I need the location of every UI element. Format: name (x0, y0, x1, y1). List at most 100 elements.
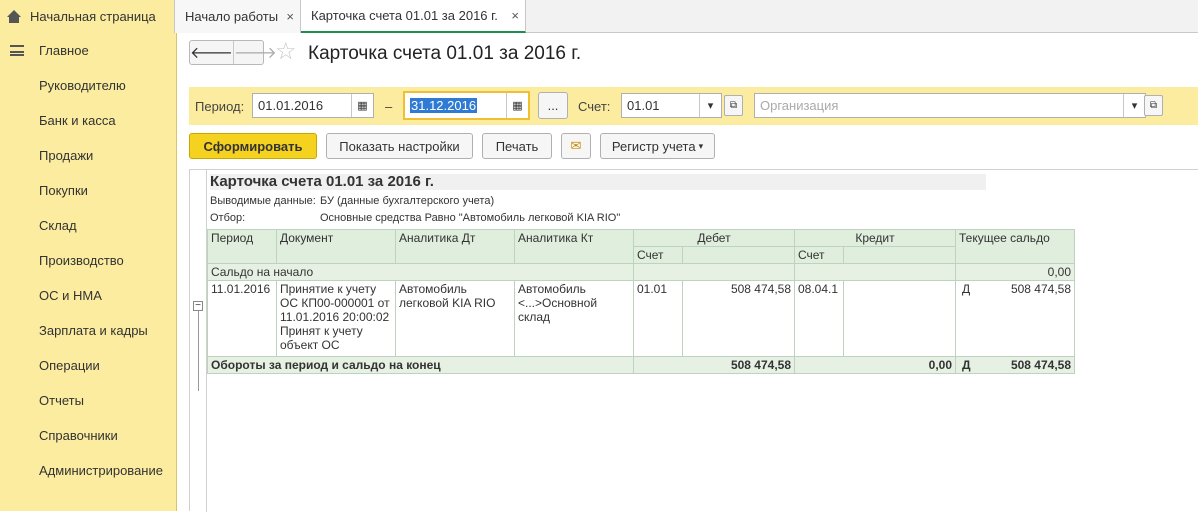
meta-value: Основные средства Равно "Автомобиль легк… (320, 212, 621, 224)
sidebar-item-label: Руководителю (39, 78, 126, 93)
chevron-down-icon[interactable]: ▾ (1123, 94, 1145, 117)
sidebar-item-sales[interactable]: Продажи (0, 138, 176, 173)
cell-credit-account: 08.04.1 (794, 280, 844, 357)
totals-balance-sum: 508 474,58 (1010, 358, 1071, 372)
cell-analytics-kt: Автомобиль <...>Основной склад (514, 280, 634, 357)
tab-label: Начальная страница (30, 9, 156, 24)
date-to-field[interactable]: 31.12.2016 ▦ (403, 91, 530, 120)
col-balance: Текущее сальдо (955, 229, 1075, 264)
opening-value: 0,00 (955, 263, 1075, 281)
back-button[interactable]: 🡐 (190, 41, 234, 64)
forward-button[interactable]: 🡒 (234, 41, 277, 64)
balance-side: Д (962, 282, 971, 296)
opening-label: Сальдо на начало (207, 263, 634, 281)
calendar-icon[interactable]: ▦ (506, 93, 528, 118)
register-button[interactable]: Регистр учета ▾ (600, 133, 715, 159)
sidebar-item-catalogs[interactable]: Справочники (0, 418, 176, 453)
cell-document[interactable]: Принятие к учету ОС КП00-000001 от 11.01… (276, 280, 396, 357)
totals-label: Обороты за период и сальдо на конец (207, 356, 634, 374)
account-value: 01.01 (627, 98, 660, 113)
account-field[interactable]: 01.01 ▾ (621, 93, 722, 118)
table-row[interactable]: 11.01.2016 Принятие к учету ОС КП00-0000… (207, 280, 1075, 357)
date-from-field[interactable]: 01.01.2016 ▦ (252, 93, 374, 118)
cell-analytics-dt: Автомобиль легковой KIA RIO (395, 280, 515, 357)
sidebar: Главное Руководителю Банк и касса Продаж… (0, 33, 177, 511)
period-select-button[interactable]: ... (538, 92, 568, 119)
cell-credit-sum (843, 280, 956, 357)
sidebar-item-reports[interactable]: Отчеты (0, 383, 176, 418)
open-icon[interactable]: ⧉ (1144, 95, 1163, 116)
chevron-down-icon[interactable]: ▾ (699, 94, 721, 117)
date-from-value: 01.01.2016 (258, 98, 324, 113)
sidebar-item-admin[interactable]: Администрирование (0, 453, 176, 488)
col-period: Период (207, 229, 277, 264)
date-to-value: 31.12.2016 (410, 98, 478, 113)
organization-field[interactable]: Организация ▾ (754, 93, 1146, 118)
tab-getting-started[interactable]: Начало работы × (175, 0, 301, 33)
tab-home[interactable]: Начальная страница (0, 0, 175, 33)
calendar-icon[interactable]: ▦ (351, 94, 373, 117)
cell-debit-account: 01.01 (633, 280, 683, 357)
report-table: Период Документ Аналитика Дт Аналитика К… (207, 229, 1075, 374)
sidebar-item-label: Главное (39, 43, 89, 58)
tab-label: Карточка счета 01.01 за 2016 г. (311, 8, 498, 23)
home-icon (6, 9, 22, 24)
col-debit: Дебет (633, 229, 795, 247)
totals-side: Д (962, 358, 971, 372)
sidebar-item-label: Зарплата и кадры (39, 323, 148, 338)
page-title: Карточка счета 01.01 за 2016 г. (308, 43, 582, 64)
report-area: Карточка счета 01.01 за 2016 г. Выводимы… (189, 169, 1198, 512)
tab-bar: Начальная страница Начало работы × Карто… (0, 0, 1198, 33)
organization-placeholder: Организация (760, 98, 839, 113)
sidebar-item-label: ОС и НМА (39, 288, 102, 303)
nav-buttons: 🡐 🡒 (189, 40, 277, 65)
star-icon[interactable]: ☆ (275, 39, 297, 65)
meta-label: Выводимые данные: (210, 195, 316, 207)
sidebar-item-label: Банк и касса (39, 113, 116, 128)
print-button[interactable]: Печать (482, 133, 552, 159)
col-document: Документ (276, 229, 396, 264)
sidebar-item-label: Отчеты (39, 393, 84, 408)
collapse-icon[interactable]: − (193, 301, 203, 311)
sidebar-item-label: Справочники (39, 428, 118, 443)
opening-balance-row[interactable]: Сальдо на начало 0,00 (207, 263, 1075, 281)
show-settings-button[interactable]: Показать настройки (326, 133, 473, 159)
sidebar-item-operations[interactable]: Операции (0, 348, 176, 383)
sidebar-item-main[interactable]: Главное (0, 33, 176, 68)
col-credit-account: Счет (794, 246, 844, 264)
cell-balance: Д 508 474,58 (955, 280, 1075, 357)
sidebar-item-label: Администрирование (39, 463, 163, 478)
col-analytics-kt: Аналитика Кт (514, 229, 634, 264)
open-icon[interactable]: ⧉ (724, 95, 743, 116)
tab-label: Начало работы (185, 9, 279, 24)
sidebar-item-salary[interactable]: Зарплата и кадры (0, 313, 176, 348)
sidebar-item-manager[interactable]: Руководителю (0, 68, 176, 103)
totals-debit: 508 474,58 (633, 356, 795, 374)
sidebar-item-label: Операции (39, 358, 100, 373)
sidebar-item-label: Продажи (39, 148, 94, 163)
chevron-down-icon: ▾ (698, 140, 704, 151)
email-icon[interactable]: ✉ (561, 133, 591, 159)
totals-balance: Д 508 474,58 (955, 356, 1075, 374)
totals-row: Обороты за период и сальдо на конец 508 … (207, 356, 1075, 374)
generate-button[interactable]: Сформировать (189, 133, 317, 159)
sidebar-item-label: Производство (39, 253, 124, 268)
col-analytics-dt: Аналитика Дт (395, 229, 515, 264)
sidebar-item-bank[interactable]: Банк и касса (0, 103, 176, 138)
close-icon[interactable]: × (511, 8, 519, 23)
sidebar-item-warehouse[interactable]: Склад (0, 208, 176, 243)
meta-label: Отбор: (210, 212, 246, 224)
sidebar-item-label: Склад (39, 218, 77, 233)
account-label: Счет: (578, 99, 611, 114)
report-title: Карточка счета 01.01 за 2016 г. (210, 174, 986, 190)
sidebar-item-assets[interactable]: ОС и НМА (0, 278, 176, 313)
main-panel: 🡐 🡒 ☆ Карточка счета 01.01 за 2016 г. Пе… (177, 33, 1198, 512)
filter-bar: Период: 01.01.2016 ▦ – 31.12.2016 ▦ ... … (189, 87, 1198, 125)
sidebar-item-production[interactable]: Производство (0, 243, 176, 278)
sidebar-item-label: Покупки (39, 183, 88, 198)
sidebar-item-purchases[interactable]: Покупки (0, 173, 176, 208)
tab-account-card[interactable]: Карточка счета 01.01 за 2016 г. × (301, 0, 526, 33)
table-header-row: Период Документ Аналитика Дт Аналитика К… (207, 229, 1075, 264)
period-dash: – (385, 99, 393, 114)
close-icon[interactable]: × (286, 9, 294, 24)
